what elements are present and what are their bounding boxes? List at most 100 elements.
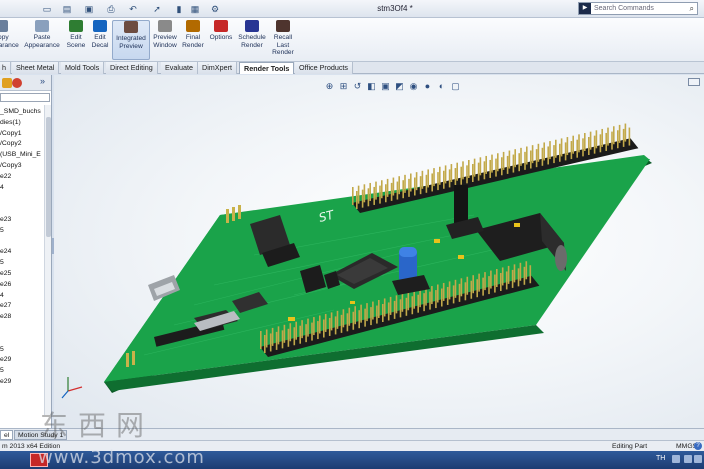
edit-decal-button[interactable]: Edit Decal — [88, 20, 112, 60]
file-properties-icon[interactable]: ▦ — [186, 2, 204, 16]
select-icon[interactable]: ➚ — [148, 2, 166, 16]
search-input[interactable]: Search Commands — [594, 5, 654, 12]
header-pin — [378, 300, 380, 318]
header-pin — [483, 161, 486, 180]
tray-volume-icon[interactable] — [684, 455, 692, 463]
command-manager-tabs: h Sheet Metal Mold Tools Direct Editing Eval… — [0, 62, 704, 74]
tab-direct-editing[interactable]: Direct Editing — [106, 62, 158, 74]
tree-item[interactable]: /Copy1 — [0, 129, 48, 140]
tab-dimxpert[interactable]: DimXpert — [198, 62, 237, 74]
tray-network-icon[interactable] — [672, 455, 680, 463]
schedule-render-button[interactable]: Schedule Render — [236, 20, 268, 60]
tree-item[interactable]: dies(1) — [0, 118, 48, 129]
tree-item[interactable]: /Copy2 — [0, 139, 48, 150]
help-icon[interactable]: ? — [694, 442, 702, 450]
print-icon[interactable]: ⎙ — [102, 2, 120, 16]
header-pin — [437, 284, 439, 303]
graphics-viewport[interactable]: ⊕ ⊞ ↺ ◧ ▣ ◩ ◉ ● ◐ ▢ ST — [54, 75, 704, 438]
header-pin — [566, 137, 569, 156]
tree-item[interactable]: 4 — [0, 291, 48, 302]
tree-filter-input[interactable] — [0, 93, 50, 102]
header-pin — [593, 135, 596, 154]
tab-evaluate[interactable]: Evaluate — [161, 62, 198, 74]
tree-item[interactable] — [0, 334, 48, 345]
header-pin — [429, 291, 431, 310]
search-type-icon[interactable]: ▶ — [579, 3, 591, 14]
header-pin — [364, 308, 366, 327]
header-pin — [624, 123, 627, 142]
tree-item[interactable]: e23 — [0, 215, 48, 226]
tree-item[interactable]: 5 — [0, 345, 48, 356]
header-pin — [476, 279, 478, 298]
recall-last-render-button[interactable]: Recall Last Render — [270, 20, 296, 60]
options-button[interactable]: Options — [206, 20, 236, 60]
tab-office-products[interactable]: Office Products — [295, 62, 354, 74]
edit-scene-button[interactable]: Edit Scene — [64, 20, 88, 60]
options-icon[interactable]: ⚙ — [206, 2, 224, 16]
save-icon[interactable]: ▣ — [80, 2, 98, 16]
preview-window-icon — [158, 20, 172, 32]
tab-mold-tools[interactable]: Mold Tools — [61, 62, 105, 74]
copy-appearance-button[interactable]: Copy Appearance — [0, 20, 19, 60]
final-render-button[interactable]: Final Render — [180, 20, 206, 60]
undo-icon[interactable]: ↶ — [124, 2, 142, 16]
header-pin — [269, 333, 272, 352]
header-pin — [560, 138, 563, 157]
preview-window-button[interactable]: Preview Window — [150, 20, 180, 60]
header-pin — [334, 316, 337, 335]
watermark-url: www.3dmox.com — [38, 447, 205, 468]
tab-render-tools[interactable]: Render Tools — [239, 62, 295, 74]
tree-item[interactable]: e26 — [0, 280, 48, 291]
header-pin — [283, 324, 286, 343]
tab-model[interactable]: el — [0, 430, 14, 440]
header-pin — [452, 285, 455, 304]
header-pin — [408, 178, 410, 197]
header-pin — [555, 139, 557, 158]
header-pin — [301, 320, 303, 339]
display-manager-tab-icon[interactable] — [12, 78, 22, 88]
pcb-model-render[interactable]: ST — [54, 75, 704, 438]
tree-item[interactable] — [0, 204, 48, 215]
tree-item[interactable]: /Copy3 — [0, 161, 48, 172]
header-pin — [529, 265, 532, 284]
expand-panel-button[interactable]: » — [40, 76, 45, 86]
header-pin — [613, 126, 615, 145]
feature-tree: _SMD_buchs dies(1)/Copy1/Copy2 (USB_Mini_E… — [0, 107, 48, 388]
tree-item[interactable]: e29 — [0, 377, 48, 388]
tree-item[interactable]: 5 — [0, 258, 48, 269]
tree-scrollbar[interactable] — [44, 105, 51, 415]
tree-item[interactable] — [0, 323, 48, 334]
tree-item[interactable]: e29 — [0, 355, 48, 366]
tree-item[interactable]: 5 — [0, 226, 48, 237]
scrollbar-thumb[interactable] — [46, 117, 51, 237]
header-pin — [495, 158, 497, 177]
tree-item[interactable]: e25 — [0, 269, 48, 280]
tab-h[interactable]: h — [0, 62, 11, 74]
header-pin — [328, 317, 331, 336]
new-document-icon[interactable]: ▭ — [38, 2, 56, 16]
paste-appearance-button[interactable]: Paste Appearance — [22, 20, 62, 60]
tree-item[interactable]: 4 — [0, 183, 48, 194]
tab-sheet-metal[interactable]: Sheet Metal — [12, 62, 60, 74]
integrated-preview-button[interactable]: Integrated Preview — [112, 20, 150, 60]
tray-flag-icon[interactable] — [694, 455, 702, 463]
header-pin — [265, 329, 268, 348]
tree-item[interactable]: e24 — [0, 247, 48, 258]
header-pin — [382, 304, 384, 322]
tree-item[interactable] — [0, 193, 48, 204]
command-manager-ribbon: Copy Appearance Paste Appearance Edit Scen… — [0, 18, 704, 62]
tree-item[interactable]: e28 — [0, 312, 48, 323]
open-icon[interactable]: ▤ — [58, 2, 76, 16]
tree-item[interactable] — [0, 237, 48, 248]
tree-item[interactable]: e22 — [0, 172, 48, 183]
search-commands-box[interactable]: ▶ Search Commands ⌕ — [578, 2, 698, 15]
tree-item[interactable]: e27 — [0, 301, 48, 312]
header-pin — [307, 318, 309, 337]
tree-item[interactable]: _SMD_buchs — [0, 107, 48, 118]
tree-item[interactable]: 5 — [0, 366, 48, 377]
feature-manager-tab-icon[interactable] — [2, 78, 12, 88]
header-pin — [357, 185, 360, 204]
tree-item[interactable]: (USB_Mini_E — [0, 150, 48, 161]
input-language-indicator[interactable]: TH — [656, 455, 665, 462]
search-icon[interactable]: ⌕ — [690, 4, 694, 14]
